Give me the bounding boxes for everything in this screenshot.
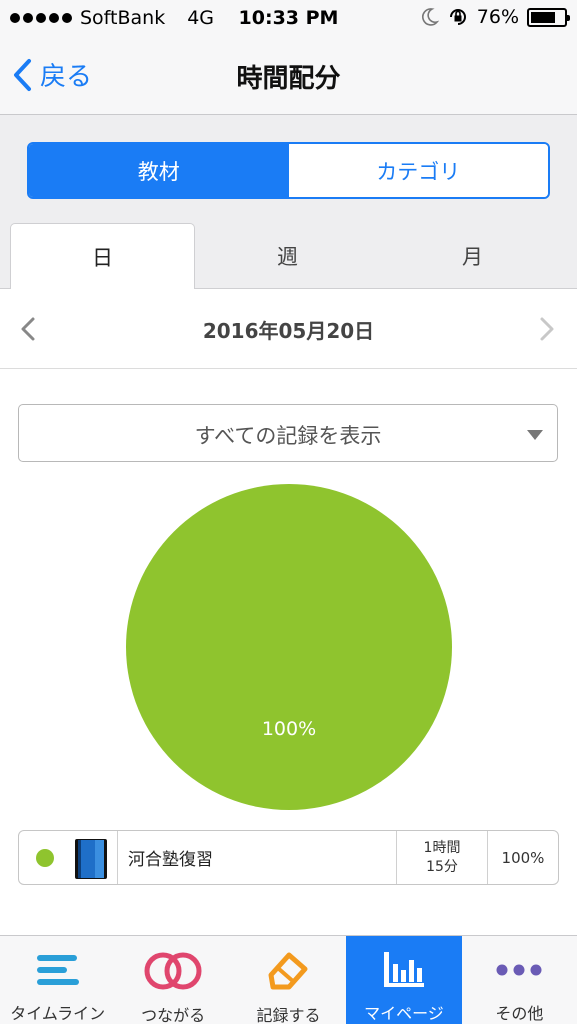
caret-down-icon xyxy=(527,430,543,440)
page-title: 時間配分 xyxy=(236,64,341,94)
tab-timeline[interactable]: タイムライン xyxy=(0,936,115,1024)
legend-time-hours: 1時間 xyxy=(423,839,461,856)
tab-month[interactable]: 月 xyxy=(380,223,565,289)
battery-icon xyxy=(527,7,570,27)
status-bar: SoftBank 4G 10:33 PM 76% xyxy=(0,0,577,40)
pie-slice-label: 100% xyxy=(262,718,316,740)
pie-chart: 100% xyxy=(126,484,452,810)
tab-day[interactable]: 日 xyxy=(10,223,195,290)
tab-label-more: その他 xyxy=(495,1004,544,1023)
timeline-icon xyxy=(36,955,79,985)
tab-mypage[interactable]: マイページ xyxy=(346,936,462,1024)
segment-area: 教材 カテゴリ xyxy=(0,115,577,223)
battery-percent: 76% xyxy=(476,6,519,28)
filter-label: すべての記録を表示 xyxy=(194,424,382,448)
tab-label-mypage: マイページ xyxy=(364,1004,444,1023)
tab-week[interactable]: 週 xyxy=(195,223,380,289)
moon-icon xyxy=(421,8,439,26)
rotation-lock-icon xyxy=(449,9,466,25)
legend-time-minutes: 15分 xyxy=(426,858,458,875)
legend-color-dot xyxy=(36,849,54,867)
next-date-icon[interactable] xyxy=(539,316,555,342)
pencil-record-icon xyxy=(268,952,308,990)
pie-chart-svg: 100% xyxy=(126,484,452,810)
legend-percent: 100% xyxy=(501,848,545,867)
navigation-bar: 戻る 時間配分 xyxy=(0,40,577,115)
tab-connect[interactable]: つながる xyxy=(115,936,230,1024)
legend-time: 1時間 15分 xyxy=(397,831,488,884)
segment-category[interactable]: カテゴリ xyxy=(288,144,548,197)
legend-row[interactable]: 河合塾復習 1時間 15分 100% xyxy=(18,830,559,885)
connect-rings-icon xyxy=(144,952,202,990)
more-dots-icon xyxy=(496,964,542,976)
segment-materials[interactable]: 教材 xyxy=(29,144,289,197)
screen: SoftBank 4G 10:33 PM 76% 戻る 時間配分 教材 カテゴリ… xyxy=(0,0,577,1024)
period-tabs: 日 週 月 xyxy=(0,223,577,290)
date-navigator: 2016年05月20日 xyxy=(0,289,577,369)
tab-label-connect: つながる xyxy=(141,1006,206,1024)
tab-label-timeline: タイムライン xyxy=(10,1004,106,1023)
pie-slice xyxy=(126,484,452,810)
tab-bar: タイムライン つながる 記録する マイページ その他 xyxy=(0,935,577,1024)
battery-fill xyxy=(531,11,555,23)
segmented-control: 教材 カテゴリ xyxy=(27,142,550,199)
record-filter-select[interactable]: すべての記録を表示 xyxy=(18,404,558,462)
bar-chart-icon xyxy=(383,952,424,987)
tab-record[interactable]: 記録する xyxy=(231,936,346,1024)
date-label: 2016年05月20日 xyxy=(202,319,375,343)
status-right: 76% xyxy=(421,6,570,28)
book-icon xyxy=(75,839,107,879)
legend-name: 河合塾復習 xyxy=(118,831,397,884)
tab-more[interactable]: その他 xyxy=(462,936,577,1024)
tab-label-record: 記録する xyxy=(256,1006,321,1024)
legend-icon-cell xyxy=(19,831,118,884)
